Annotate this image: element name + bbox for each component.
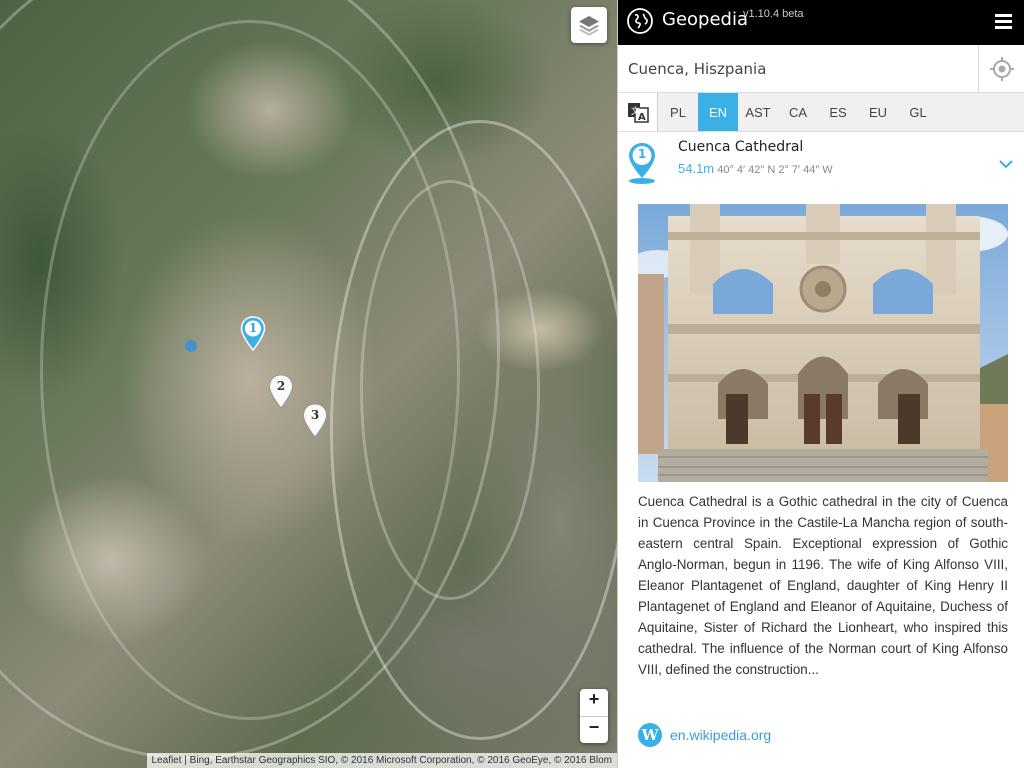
location-search-input[interactable] xyxy=(618,45,978,92)
map-view[interactable]: 1 2 3 + − Leaflet | Bing, Earthstar Geog… xyxy=(0,0,617,768)
tab-lang-gl[interactable]: GL xyxy=(898,93,938,131)
app-header: Geopedia v1.10.4 beta xyxy=(618,0,1024,45)
info-panel: Geopedia v1.10.4 beta 文 A xyxy=(617,0,1024,768)
tab-lang-eu[interactable]: EU xyxy=(858,93,898,131)
app-version: v1.10.4 beta xyxy=(743,8,804,20)
map-marker-3[interactable]: 3 xyxy=(302,403,328,439)
result-coordinates: 40° 4′ 42″ N 2° 7′ 44″ W xyxy=(717,164,833,176)
tab-lang-ca[interactable]: CA xyxy=(778,93,818,131)
crosshair-icon xyxy=(989,56,1014,81)
result-pin-icon: 1 xyxy=(626,141,658,189)
translate-button[interactable]: 文 A xyxy=(618,93,658,131)
layers-button[interactable] xyxy=(571,7,607,43)
wikipedia-link[interactable]: W en.wikipedia.org xyxy=(638,723,771,747)
layers-icon xyxy=(579,16,599,36)
translate-icon: 文 A xyxy=(627,103,649,123)
result-description: Cuenca Cathedral is a Gothic cathedral i… xyxy=(638,494,1008,677)
search-bar xyxy=(618,45,1024,93)
marker-label: 3 xyxy=(310,408,320,422)
result-distance: 54.1m xyxy=(678,161,715,176)
marker-label: 1 xyxy=(248,321,258,335)
cathedral-photo xyxy=(638,204,1008,482)
locate-me-button[interactable] xyxy=(978,45,1024,92)
map-marker-2[interactable]: 2 xyxy=(268,374,294,410)
wikipedia-icon: W xyxy=(638,723,662,747)
result-number: 1 xyxy=(637,147,647,161)
current-location-dot xyxy=(185,340,197,352)
map-attribution: Leaflet | Bing, Earthstar Geographics SI… xyxy=(146,753,617,768)
tab-lang-pl[interactable]: PL xyxy=(658,93,698,131)
zoom-in-button[interactable]: + xyxy=(580,689,608,716)
hamburger-icon[interactable] xyxy=(995,14,1012,29)
tab-lang-en[interactable]: EN xyxy=(698,93,738,131)
result-title: Cuenca Cathedral xyxy=(678,139,804,155)
map-road xyxy=(40,20,460,720)
app-title: Geopedia xyxy=(662,9,748,30)
zoom-control: + − xyxy=(580,689,608,743)
map-marker-1[interactable]: 1 xyxy=(240,316,266,352)
result-header[interactable]: 1 Cuenca Cathedral 54.1m 40° 4′ 42″ N 2°… xyxy=(618,132,1024,188)
chevron-down-icon[interactable] xyxy=(998,154,1014,173)
tab-lang-es[interactable]: ES xyxy=(818,93,858,131)
marker-label: 2 xyxy=(276,379,286,393)
result-meta: 54.1m 40° 4′ 42″ N 2° 7′ 44″ W xyxy=(678,161,833,176)
zoom-out-button[interactable]: − xyxy=(580,716,608,743)
globe-logo-icon xyxy=(627,8,653,34)
wikipedia-link-text[interactable]: en.wikipedia.org xyxy=(670,727,771,743)
language-tabs: 文 A PL EN AST CA ES EU GL xyxy=(618,93,1024,132)
svg-text:A: A xyxy=(638,112,646,123)
tab-lang-ast[interactable]: AST xyxy=(738,93,778,131)
